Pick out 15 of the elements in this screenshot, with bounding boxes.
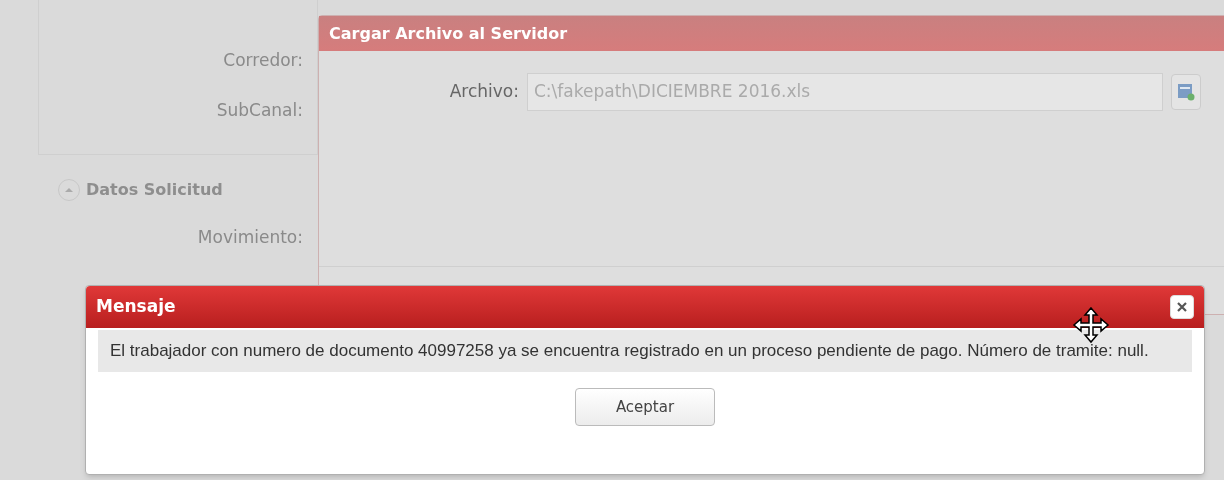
field-label: Archivo: xyxy=(448,80,519,104)
accept-button[interactable]: Aceptar xyxy=(575,388,715,426)
browse-button[interactable] xyxy=(1171,74,1201,110)
close-button[interactable] xyxy=(1170,295,1194,319)
message-text: El trabajador con numero de documento 40997258 ya se encuentra registrado en un proceso pendiente de pago. Número de tramite: null. xyxy=(110,340,1150,362)
field-label: SubCanal: xyxy=(216,98,303,122)
window-title: Cargar Archivo al Servidor xyxy=(329,22,568,45)
section-title: Datos Solicitud xyxy=(86,179,223,201)
field-label: Corredor: xyxy=(223,49,303,72)
dialog-title: Mensaje xyxy=(96,295,176,319)
move-cursor-icon xyxy=(1072,306,1110,344)
close-icon xyxy=(1176,301,1188,313)
file-add-icon xyxy=(1177,83,1195,101)
field-label: Movimiento: xyxy=(197,226,303,249)
caret-icon xyxy=(64,187,74,193)
